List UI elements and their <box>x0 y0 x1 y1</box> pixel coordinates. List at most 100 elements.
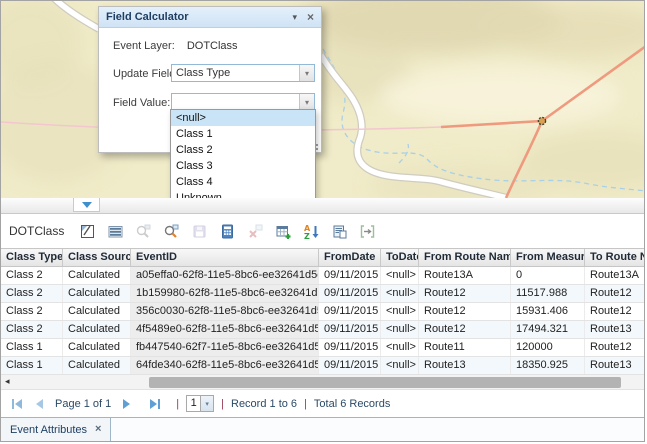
column-header-from-measure[interactable]: From Measure <box>511 249 585 266</box>
append-events-icon[interactable] <box>274 222 292 240</box>
sort-icon[interactable]: AZ <box>302 222 320 240</box>
update-field-dropdown-icon[interactable]: ▾ <box>299 65 314 81</box>
cell-from-measure: 120000 <box>511 339 585 356</box>
scrollbar-thumb[interactable] <box>149 377 621 388</box>
column-header-eventid[interactable]: EventID <box>131 249 319 266</box>
cell-class-source: Calculated <box>63 339 131 356</box>
tab-event-attributes[interactable]: Event Attributes × <box>1 418 111 441</box>
separator: | <box>221 398 224 410</box>
column-header-to-route-name[interactable]: To Route Name <box>585 249 644 266</box>
dropdown-option-class2[interactable]: Class 2 <box>171 142 315 158</box>
cell-from-route: Route12 <box>419 303 511 320</box>
bottom-tab-bar: Event Attributes × <box>1 417 644 441</box>
cell-fromdate: 09/11/2015 <box>319 285 381 302</box>
scroll-left-arrow-icon[interactable]: ◂ <box>5 376 10 387</box>
table-body: Class 2 Calculated a05effa0-62f8-11e5-8b… <box>1 267 644 375</box>
cell-to-route: Route12 <box>585 339 644 356</box>
cell-from-route: Route13A <box>419 267 511 284</box>
cell-todate: <null> <box>381 303 419 320</box>
first-page-button[interactable] <box>9 397 25 411</box>
record-range-text: Record 1 to 6 <box>231 398 297 410</box>
page-number-select[interactable]: 1 ▾ <box>186 395 214 412</box>
cell-eventid: fb447540-62f7-11e5-8bc6-ee32641d5ec9 <box>131 339 319 356</box>
column-header-todate[interactable]: ToDate <box>381 249 419 266</box>
field-value-dropdown-list: <null> Class 1 Class 2 Class 3 Class 4 U… <box>170 109 316 198</box>
collapse-triangle-icon <box>82 202 92 208</box>
cell-class-type: Class 2 <box>1 285 63 302</box>
tab-close-icon[interactable]: × <box>95 424 101 435</box>
dialog-titlebar[interactable]: Field Calculator ▾ × <box>99 7 321 28</box>
cell-todate: <null> <box>381 285 419 302</box>
cell-from-route: Route13 <box>419 357 511 374</box>
update-field-combo-value: Class Type <box>172 65 299 81</box>
panel-divider <box>1 198 644 214</box>
pagination-bar: Page 1 of 1 | 1 ▾ | Record 1 to 6 | Tota… <box>1 390 644 417</box>
cell-eventid: 356c0030-62f8-11e5-8bc6-ee32641d5ec9 <box>131 303 319 320</box>
page-select-dropdown-icon[interactable]: ▾ <box>200 396 213 411</box>
cell-eventid: 4f5489e0-62f8-11e5-8bc6-ee32641d5ec9 <box>131 321 319 338</box>
clear-selection-icon[interactable] <box>246 222 264 240</box>
dialog-menu-caret-icon[interactable]: ▾ <box>292 12 297 23</box>
collapse-panel-tab[interactable] <box>73 198 100 212</box>
cell-fromdate: 09/11/2015 <box>319 267 381 284</box>
cell-from-measure: 15931.406 <box>511 303 585 320</box>
cell-from-measure: 0 <box>511 267 585 284</box>
column-header-class-source[interactable]: Class Source <box>63 249 131 266</box>
dropdown-option-null[interactable]: <null> <box>171 110 315 126</box>
page-count-text: Page 1 of 1 <box>55 398 111 410</box>
table-row[interactable]: Class 1 Calculated fb447540-62f7-11e5-8b… <box>1 339 644 357</box>
next-page-button[interactable] <box>119 397 135 411</box>
cell-to-route: Route12 <box>585 285 644 302</box>
pan-to-selected-icon[interactable] <box>162 222 180 240</box>
cell-todate: <null> <box>381 321 419 338</box>
cell-class-type: Class 2 <box>1 303 63 320</box>
update-field-combo[interactable]: Class Type ▾ <box>171 64 315 82</box>
cell-todate: <null> <box>381 357 419 374</box>
table-row[interactable]: Class 1 Calculated 64fde340-62f8-11e5-8b… <box>1 357 644 375</box>
select-features-icon[interactable] <box>78 222 96 240</box>
attribute-sets-icon[interactable] <box>330 222 348 240</box>
zoom-to-selected-icon[interactable] <box>134 222 152 240</box>
tab-label: Event Attributes <box>10 424 87 436</box>
table-row[interactable]: Class 2 Calculated 356c0030-62f8-11e5-8b… <box>1 303 644 321</box>
field-value-label: Field Value: <box>113 97 170 109</box>
layer-name-label: DOTClass <box>9 224 64 238</box>
cell-fromdate: 09/11/2015 <box>319 303 381 320</box>
cell-class-type: Class 1 <box>1 339 63 356</box>
column-header-class-type[interactable]: Class Type <box>1 249 63 266</box>
previous-page-button[interactable] <box>31 397 47 411</box>
cell-class-type: Class 2 <box>1 321 63 338</box>
map-view[interactable]: Field Calculator ▾ × Event Layer: DOTCla… <box>1 1 644 198</box>
dialog-close-icon[interactable]: × <box>307 11 314 23</box>
dropdown-option-unknown[interactable]: Unknown <box>171 190 315 198</box>
cell-class-source: Calculated <box>63 321 131 338</box>
column-header-fromdate[interactable]: FromDate <box>319 249 381 266</box>
cell-to-route: Route13 <box>585 321 644 338</box>
field-value-dropdown-icon[interactable]: ▾ <box>299 94 314 110</box>
map-junction-marker[interactable] <box>538 117 545 124</box>
horizontal-scrollbar[interactable]: ◂ <box>1 375 644 390</box>
svg-text:Z: Z <box>304 232 310 240</box>
event-layer-value: DOTClass <box>187 40 238 52</box>
expand-columns-icon[interactable] <box>358 222 376 240</box>
cell-class-source: Calculated <box>63 357 131 374</box>
table-row[interactable]: Class 2 Calculated 4f5489e0-62f8-11e5-8b… <box>1 321 644 339</box>
separator: | <box>304 398 307 410</box>
attribute-table-toolbar: DOTClass AZ <box>1 214 644 248</box>
table-row[interactable]: Class 2 Calculated 1b159980-62f8-11e5-8b… <box>1 285 644 303</box>
column-header-from-route-name[interactable]: From Route Name <box>419 249 511 266</box>
dropdown-option-class4[interactable]: Class 4 <box>171 174 315 190</box>
dropdown-option-class1[interactable]: Class 1 <box>171 126 315 142</box>
update-field-label: Update Field: <box>113 68 178 80</box>
field-calculator-icon[interactable] <box>218 222 236 240</box>
show-selected-records-icon[interactable] <box>106 222 124 240</box>
cell-from-measure: 18350.925 <box>511 357 585 374</box>
table-row[interactable]: Class 2 Calculated a05effa0-62f8-11e5-8b… <box>1 267 644 285</box>
cell-from-measure: 11517.988 <box>511 285 585 302</box>
total-records-text: Total 6 Records <box>314 398 390 410</box>
cell-to-route: Route13A <box>585 267 644 284</box>
save-icon[interactable] <box>190 222 208 240</box>
separator: | <box>176 398 179 410</box>
last-page-button[interactable] <box>147 397 163 411</box>
dropdown-option-class3[interactable]: Class 3 <box>171 158 315 174</box>
